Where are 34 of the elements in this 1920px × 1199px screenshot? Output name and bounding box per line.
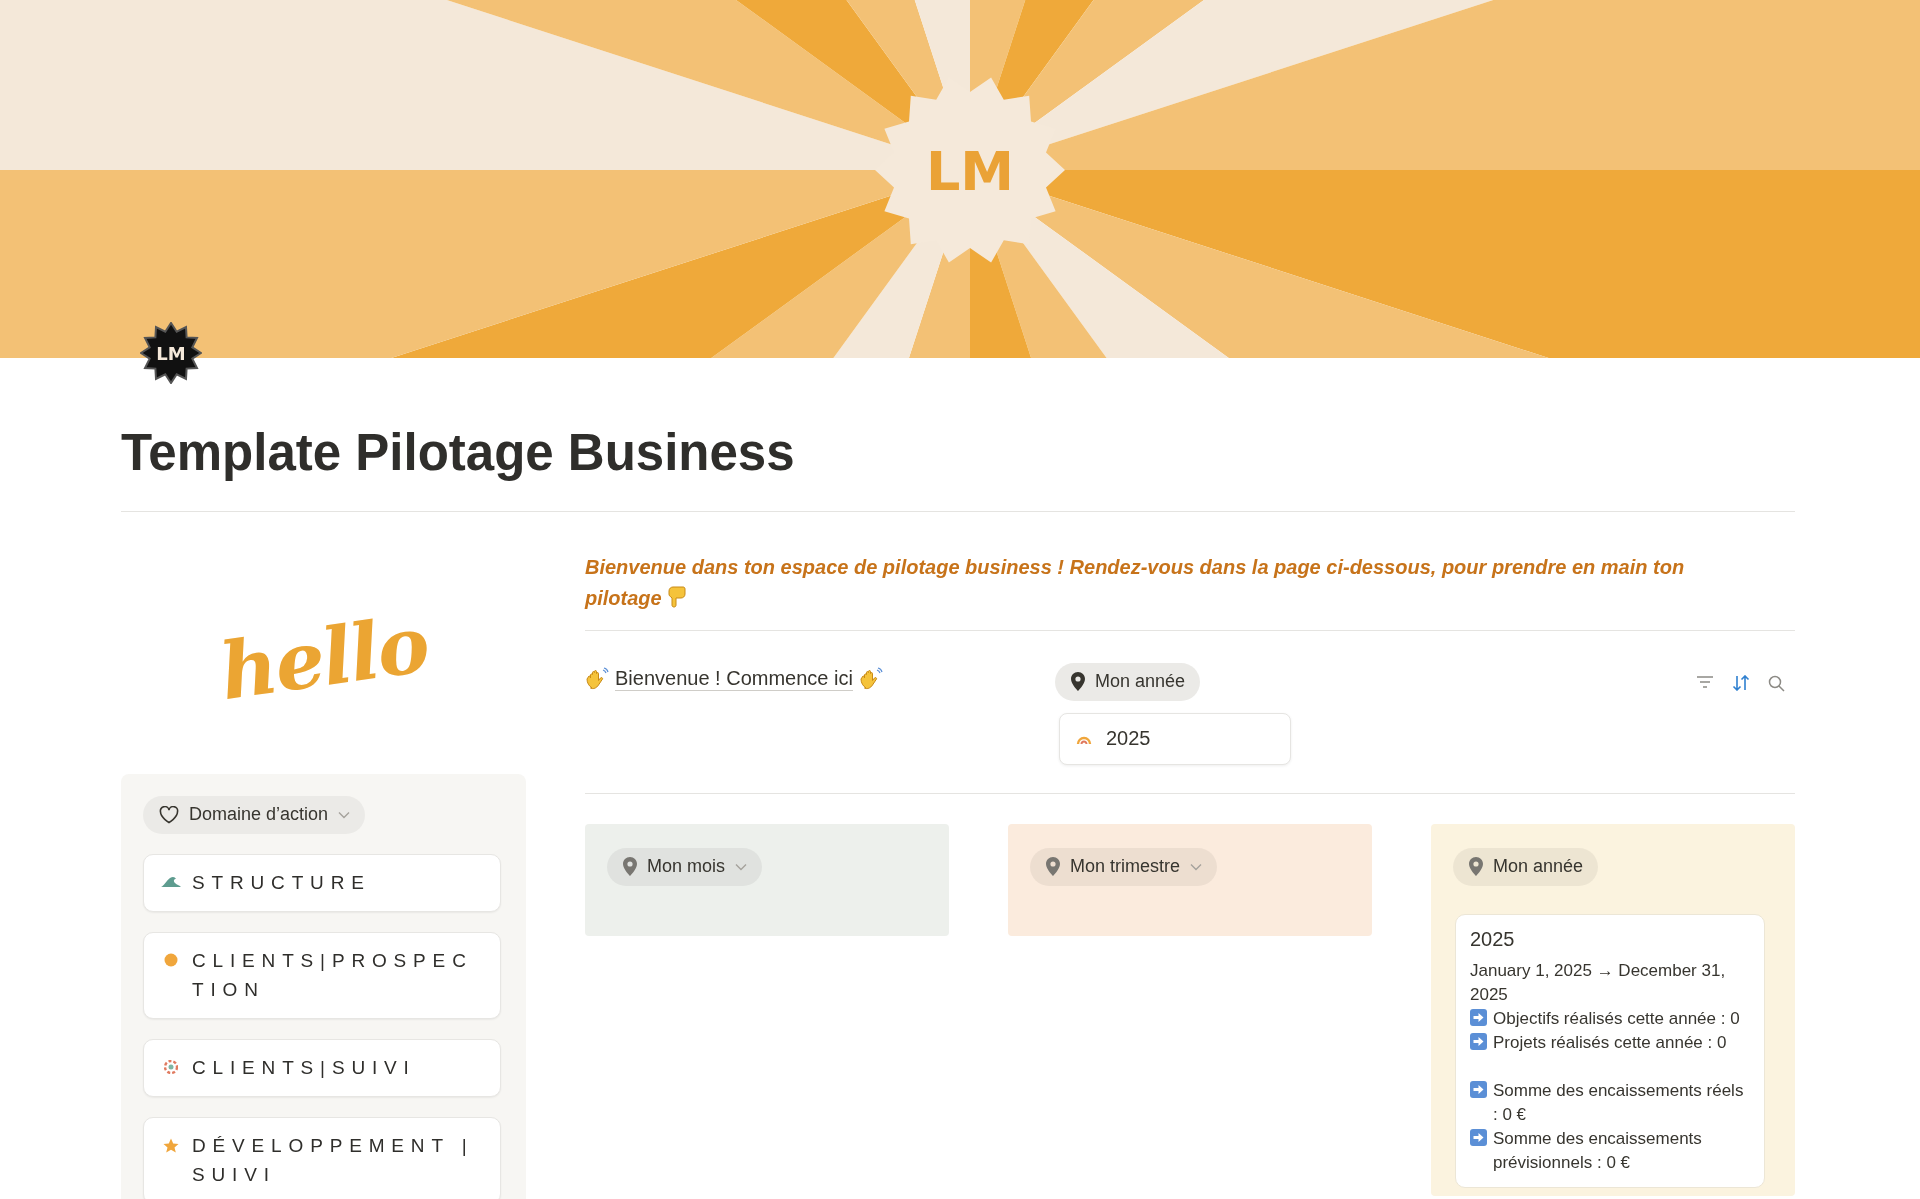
waving-hand-icon xyxy=(585,666,609,691)
start-link[interactable]: Bienvenue ! Commence ici xyxy=(615,666,853,691)
filter-icon[interactable] xyxy=(1696,674,1714,689)
card-title: 2025 xyxy=(1470,926,1516,951)
filter-pill[interactable]: Domaine d’action xyxy=(143,795,366,834)
sidebar-item[interactable]: DÉVELOPPEMENT | SUIVI xyxy=(143,1116,501,1199)
year-card[interactable]: 2025 January 1, 2025 → December 31, 2025 Objectifs réalisés cette année : 0 Projets réalisés cette année : 0 Somme des encaissements réels : 0 € Somme des encaissements prévisionnels : 0 € xyxy=(1455,913,1765,1188)
group-header-pill[interactable]: Mon année xyxy=(1453,847,1599,886)
map-pin-icon xyxy=(1046,857,1060,877)
card-title: 2025 xyxy=(1106,727,1151,751)
map-pin-icon xyxy=(1469,857,1483,877)
stat-text: Projets réalisés cette année : 0 xyxy=(1493,1031,1727,1054)
map-pin-icon xyxy=(1071,672,1085,692)
sidebar-item[interactable]: STRUCTURE xyxy=(143,853,501,912)
stat-text: Objectifs réalisés cette année : 0 xyxy=(1493,1007,1740,1030)
caret-icon xyxy=(338,810,351,819)
group-header-pill[interactable]: Mon mois xyxy=(607,847,763,886)
map-pin-icon xyxy=(623,857,637,877)
search-icon[interactable] xyxy=(1768,674,1785,692)
year-card[interactable]: 2025 xyxy=(1059,712,1291,765)
stat-text: Somme des encaissements réels : 0 € xyxy=(1493,1079,1745,1126)
intro-text: Bienvenue dans ton espace de pilotage business ! Rendez-vous dans la page ci-dessous, pour prendre en main ton pilotage xyxy=(585,541,1795,631)
stat-text: Somme des encaissements prévisionnels : 0 € xyxy=(1493,1127,1703,1174)
date-range: January 1, 2025 → December 31, 2025 xyxy=(1470,959,1727,1006)
heart-icon xyxy=(159,805,179,824)
sort-icon[interactable] xyxy=(1732,674,1750,691)
sidebar-item[interactable]: CLIENTS|SUIVI xyxy=(143,1038,501,1097)
hello-lettering: hello xyxy=(214,598,433,718)
sidebar-item[interactable]: CLIENTS|PROSPECTION xyxy=(143,931,501,1019)
pointing-hand-icon xyxy=(667,585,686,608)
group-header-pill[interactable]: Mon trimestre xyxy=(1030,847,1218,886)
group-header-pill[interactable]: Mon année xyxy=(1055,662,1201,701)
waving-hand-icon xyxy=(858,666,883,691)
logo-text: LM xyxy=(925,140,1015,203)
